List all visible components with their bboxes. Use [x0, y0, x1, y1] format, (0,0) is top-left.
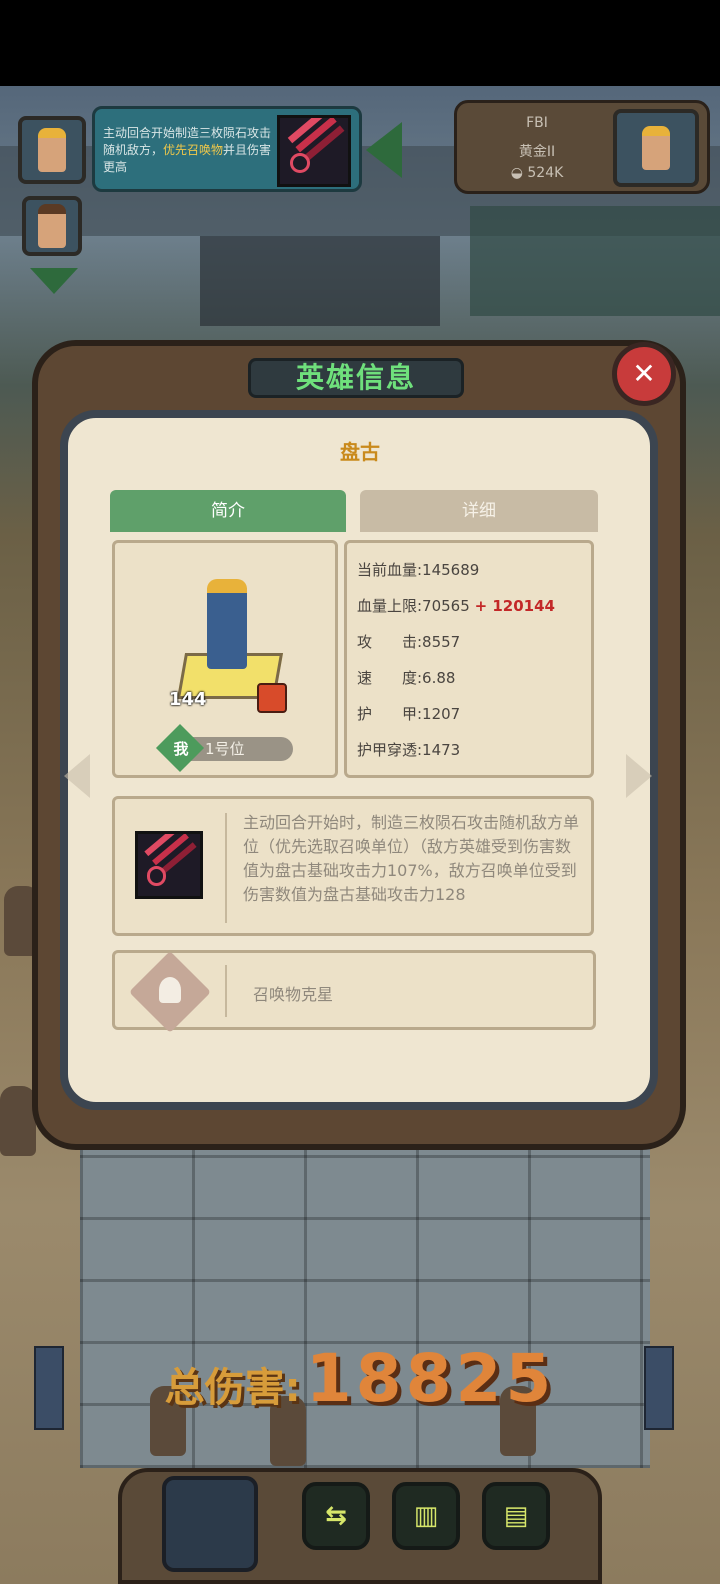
hero-stats-panel: 当前血量:145689 血量上限:70565 + 120144 攻 击:8557…: [344, 540, 594, 778]
position-label: 1号位: [205, 740, 245, 758]
total-damage-value: 18825: [305, 1340, 556, 1417]
skill-description-text: 主动回合开始时，制造三枚陨石攻击随机敌方单位（优先选取召唤单位）（敌方英雄受到伤…: [243, 813, 579, 904]
hero-portrait-panel: 144 我 1号位: [112, 540, 338, 778]
swap-icon: ⇆: [325, 1501, 347, 1531]
opponent-rank: 黄金II: [518, 144, 556, 160]
swap-formation-button[interactable]: ⇆: [302, 1482, 370, 1550]
stat-armor-pen: 护甲穿透:1473: [357, 741, 461, 759]
me-badge-label: 我: [173, 740, 189, 758]
faction-badge-icon: [257, 683, 287, 713]
hero-name: 盘古: [340, 440, 380, 464]
opponent-name: FBI: [526, 115, 548, 131]
meteor-skill-icon[interactable]: [135, 831, 203, 899]
expand-arrow-icon[interactable]: [30, 268, 78, 294]
stat-attack: 攻 击:8557: [357, 633, 461, 651]
battle-log-button[interactable]: ▤: [482, 1482, 550, 1550]
hero-sprite: [207, 579, 247, 669]
npc-figure: [0, 1086, 36, 1156]
stat-current-hp: 当前血量:145689: [357, 561, 480, 579]
stat-armor: 护 甲:1207: [357, 705, 461, 723]
position-badge: 我 1号位: [155, 723, 293, 773]
skill-tooltip-text: 主动回合开始制造三枚陨石攻击随机敌方，优先召唤物并且伤害更高: [103, 126, 272, 174]
opponent-avatar: [613, 109, 699, 187]
meteor-skill-icon: [277, 115, 351, 187]
collapse-arrow-icon[interactable]: [366, 122, 402, 178]
skill-description-panel: 主动回合开始时，制造三枚陨石攻击随机敌方单位（优先选取召唤单位）（敌方英雄受到伤…: [112, 796, 594, 936]
background-building: [470, 206, 720, 316]
coin-icon: ◒: [510, 165, 528, 181]
hero-level: 144: [169, 689, 207, 710]
stat-max-hp-bonus: + 120144: [474, 597, 555, 615]
bar-chart-icon: ▥: [413, 1501, 439, 1531]
skill-tooltip: 主动回合开始制造三枚陨石攻击随机敌方，优先召唤物并且伤害更高: [92, 106, 362, 192]
player-avatar[interactable]: [162, 1476, 258, 1572]
lightbulb-core: [159, 977, 181, 1003]
divider: [225, 813, 227, 923]
stats-chart-button[interactable]: ▥: [392, 1482, 460, 1550]
tab-details[interactable]: 详细: [360, 490, 598, 532]
total-damage-label: 总伤害:: [164, 1365, 301, 1411]
opponent-power: ◒ 524K: [510, 165, 564, 181]
opponent-card[interactable]: FBI 黄金II ◒ 524K: [454, 100, 710, 194]
close-button[interactable]: ✕: [612, 342, 676, 406]
summon-trait-text: 召唤物克星: [253, 985, 334, 1004]
dialog-title-bar: 英雄信息: [248, 358, 464, 398]
ally-hero-avatar[interactable]: [18, 116, 86, 184]
prev-hero-arrow-icon[interactable]: [64, 754, 90, 798]
total-damage-display: 总伤害: 18825: [0, 1340, 720, 1417]
background-building: [200, 236, 440, 326]
stat-max-hp: 血量上限:70565 + 120144: [357, 597, 555, 615]
stat-speed: 速 度:6.88: [357, 669, 456, 687]
log-icon: ▤: [503, 1501, 529, 1531]
next-hero-arrow-icon[interactable]: [626, 754, 652, 798]
close-icon: ✕: [632, 357, 656, 390]
tab-intro[interactable]: 简介: [110, 490, 346, 532]
summon-trait-panel: 召唤物克星: [112, 950, 596, 1034]
divider: [225, 965, 227, 1017]
ally-hero-avatar-2[interactable]: [22, 196, 82, 256]
dialog-title: 英雄信息: [295, 361, 416, 394]
